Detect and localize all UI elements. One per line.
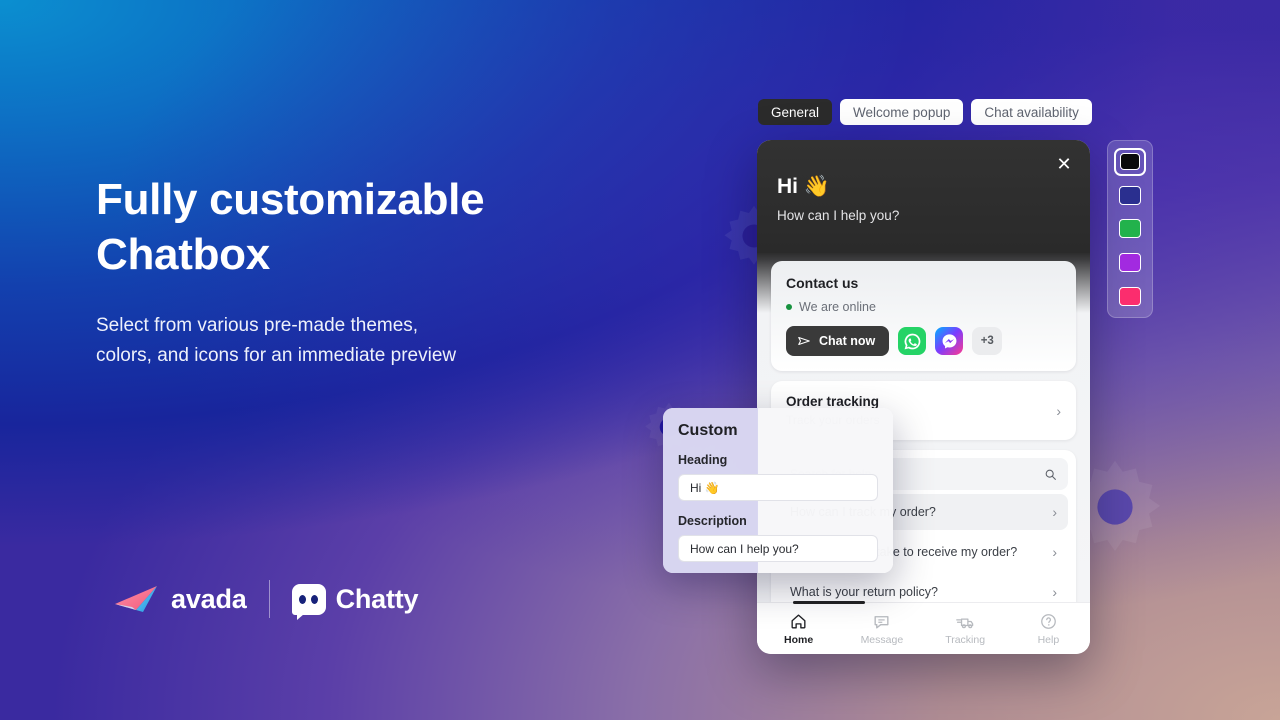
- brand-logos: avada Chatty: [113, 580, 419, 620]
- chatty-logo: Chatty: [291, 583, 419, 620]
- online-status: We are online: [786, 300, 1061, 314]
- logo-divider: [268, 580, 270, 618]
- swatch-fill: [1119, 185, 1141, 205]
- subhead-line-2: colors, and icons for an immediate previ…: [96, 345, 457, 366]
- order-tracking-title: Order tracking: [786, 394, 880, 409]
- chat-now-label: Chat now: [819, 334, 876, 348]
- nav-item-message[interactable]: Message: [840, 612, 923, 646]
- search-icon: [1045, 469, 1056, 480]
- custom-panel-title: Custom: [678, 422, 738, 439]
- color-swatch-pink[interactable]: [1114, 282, 1146, 310]
- truck-icon: [955, 617, 973, 628]
- swatch-fill: [1119, 253, 1141, 273]
- active-tab-indicator: [793, 601, 865, 604]
- chevron-right-icon: ›: [1052, 544, 1057, 560]
- faq-item-label: What is your return policy?: [790, 585, 938, 599]
- status-dot-icon: [786, 304, 792, 310]
- swatch-fill: [1119, 286, 1141, 306]
- swatch-fill: [1120, 153, 1140, 171]
- settings-tabs: General Welcome popup Chat availability: [758, 99, 1092, 125]
- contact-us-card: Contact us We are online Chat now +3: [771, 261, 1076, 371]
- chevron-right-icon: ›: [1052, 504, 1057, 520]
- chevron-right-icon: ›: [1052, 584, 1057, 600]
- nav-label: Message: [860, 633, 904, 646]
- channel-row: Chat now +3: [786, 326, 1061, 356]
- status-badge: We are online: [799, 300, 876, 314]
- color-swatch-navy[interactable]: [1114, 182, 1146, 210]
- chat-bubble-icon: [291, 583, 326, 620]
- help-icon: [1041, 613, 1056, 629]
- custom-settings-panel: Custom Heading Hi 👋 Description How can …: [663, 408, 893, 573]
- widget-bottom-nav: Home Message Tracking Help: [757, 601, 1090, 654]
- nav-label: Tracking: [945, 633, 986, 646]
- heading-input-value: Hi 👋: [690, 480, 720, 495]
- contact-card-title: Contact us: [786, 275, 859, 291]
- subhead-line-1: Select from various pre-made themes,: [96, 315, 419, 336]
- chatty-logo-text: Chatty: [335, 583, 419, 614]
- send-icon: [798, 336, 810, 346]
- description-input[interactable]: How can I help you?: [678, 535, 878, 562]
- message-icon: [874, 615, 889, 629]
- nav-label: Home: [784, 633, 814, 646]
- description-input-value: How can I help you?: [690, 541, 799, 556]
- nav-item-help[interactable]: Help: [1007, 612, 1090, 646]
- nav-item-home[interactable]: Home: [757, 612, 840, 646]
- swatch-fill: [1119, 219, 1141, 239]
- chat-now-button[interactable]: Chat now: [786, 326, 890, 356]
- color-swatch-purple[interactable]: [1114, 249, 1146, 277]
- tab-welcome-popup[interactable]: Welcome popup: [840, 99, 964, 125]
- widget-subtitle: How can I help you?: [777, 208, 900, 223]
- whatsapp-icon[interactable]: [898, 327, 927, 355]
- color-swatch-black[interactable]: [1114, 148, 1146, 176]
- heading-input[interactable]: Hi 👋: [678, 474, 878, 501]
- widget-header: Hi 👋 How can I help you? ✕: [757, 140, 1090, 253]
- heading-field-label: Heading: [678, 453, 728, 467]
- headline-line-2: Chatbox: [96, 230, 270, 279]
- color-swatch-green[interactable]: [1114, 215, 1146, 243]
- avada-logo: avada: [113, 583, 247, 615]
- avada-plane-icon: [115, 586, 157, 612]
- page-title: Fully customizable Chatbox: [96, 172, 656, 282]
- chat-widget-preview: Hi 👋 How can I help you? ✕ Contact us We…: [757, 140, 1090, 654]
- home-icon: [791, 613, 806, 629]
- nav-item-tracking[interactable]: Tracking: [924, 612, 1007, 646]
- tab-chat-availability[interactable]: Chat availability: [971, 99, 1092, 125]
- avada-logo-text: avada: [171, 583, 247, 614]
- description-field-label: Description: [678, 514, 747, 528]
- chevron-right-icon: ›: [1056, 402, 1061, 419]
- tab-general[interactable]: General: [758, 99, 833, 125]
- widget-greeting: Hi 👋: [777, 175, 830, 198]
- bubble-dot: [311, 594, 319, 604]
- headline-line-1: Fully customizable: [96, 175, 485, 224]
- bubble-dot: [299, 594, 307, 604]
- close-icon[interactable]: ✕: [1054, 154, 1074, 174]
- hero-copy: Fully customizable Chatbox Select from v…: [96, 172, 656, 371]
- messenger-icon[interactable]: [935, 327, 964, 355]
- color-picker: [1107, 140, 1153, 318]
- custom-panel-content: Custom Heading Hi 👋 Description How can …: [663, 408, 893, 573]
- hero-subhead: Select from various pre-made themes, col…: [96, 311, 656, 371]
- more-channels-button[interactable]: +3: [972, 327, 1003, 355]
- nav-label: Help: [1037, 633, 1060, 646]
